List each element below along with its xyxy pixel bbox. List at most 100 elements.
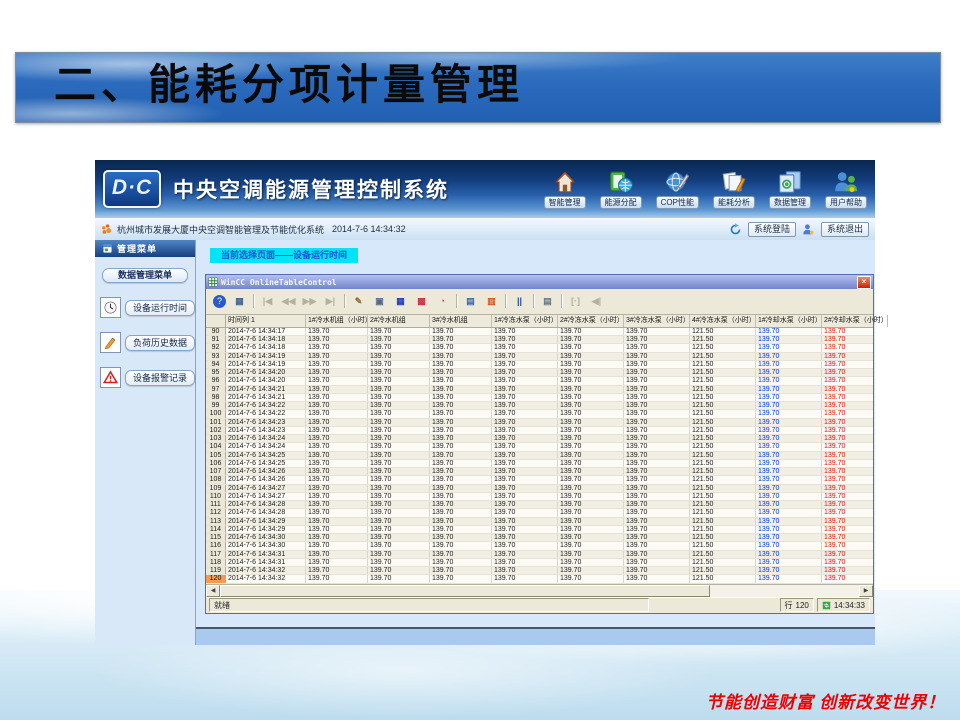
table-row-112[interactable]: 1122014-7-6 14:34:28139.70139.70139.7013… (206, 509, 873, 517)
table-row-118[interactable]: 1182014-7-6 14:34:31139.70139.70139.7013… (206, 559, 873, 567)
cell-value: 139.70 (430, 559, 492, 566)
close-icon[interactable]: × (857, 276, 871, 289)
row-number: 95 (206, 369, 226, 376)
edit-pen-icon[interactable]: ✎ (349, 292, 368, 311)
table-row-98[interactable]: 982014-7-6 14:34:21139.70139.70139.70139… (206, 394, 873, 402)
sidebar-submenu-title[interactable]: 数据管理菜单 (102, 268, 188, 283)
column-header-5[interactable]: 1#冷冻水泵（小时） (492, 315, 558, 327)
table-row-99[interactable]: 992014-7-6 14:34:22139.70139.70139.70139… (206, 402, 873, 410)
system-logout-button[interactable]: 系统退出 (821, 222, 869, 237)
table-row-108[interactable]: 1082014-7-6 14:34:26139.70139.70139.7013… (206, 476, 873, 484)
pause-icon[interactable]: || (510, 292, 529, 311)
cell-value: 139.70 (492, 476, 558, 483)
table-row-102[interactable]: 1022014-7-6 14:34:23139.70139.70139.7013… (206, 427, 873, 435)
nav-item-4[interactable]: 能耗分析 (713, 169, 755, 209)
sidebar-item-2[interactable]: 负荷历史数据 (100, 332, 195, 353)
sidebar-item-1[interactable]: 设备运行时间 (100, 297, 195, 318)
scroll-right-icon[interactable]: ▶ (859, 585, 873, 597)
table-row-120[interactable]: 1202014-7-6 14:34:32139.70139.70139.7013… (206, 575, 873, 583)
cell-time: 2014-7-6 14:34:25 (226, 460, 306, 467)
table-row-93[interactable]: 932014-7-6 14:34:19139.70139.70139.70139… (206, 353, 873, 361)
table-row-95[interactable]: 952014-7-6 14:34:20139.70139.70139.70139… (206, 369, 873, 377)
column-header-3[interactable]: 2#冷水机组 (368, 315, 430, 327)
cell-value: 139.70 (624, 353, 690, 360)
table-row-113[interactable]: 1132014-7-6 14:34:29139.70139.70139.7013… (206, 518, 873, 526)
cell-value: 139.70 (306, 419, 368, 426)
cell-value: 139.70 (822, 518, 873, 525)
row-number: 103 (206, 435, 226, 442)
column-header-9[interactable]: 1#冷却水泵（小时） (756, 315, 822, 327)
cell-time: 2014-7-6 14:34:23 (226, 419, 306, 426)
cell-value: 139.70 (756, 361, 822, 368)
cell-value: 139.70 (492, 559, 558, 566)
column-header-6[interactable]: 2#冷冻水泵（小时） (558, 315, 624, 327)
column-forward-icon[interactable]: ▥ (482, 292, 501, 311)
table-row-116[interactable]: 1162014-7-6 14:34:30139.70139.70139.7013… (206, 542, 873, 550)
table-row-114[interactable]: 1142014-7-6 14:34:29139.70139.70139.7013… (206, 526, 873, 534)
cell-value: 139.70 (624, 361, 690, 368)
archive-icon[interactable]: ▩ (412, 292, 431, 311)
table-row-104[interactable]: 1042014-7-6 14:34:24139.70139.70139.7013… (206, 443, 873, 451)
column-header-4[interactable]: 3#冷水机组 (430, 315, 492, 327)
toolbar-separator (505, 294, 506, 308)
sidebar-item-3[interactable]: 设备报警记录 (100, 367, 195, 388)
cell-value: 139.70 (624, 386, 690, 393)
nav-item-2[interactable]: 能源分配 (600, 169, 642, 209)
table-row-103[interactable]: 1032014-7-6 14:34:24139.70139.70139.7013… (206, 435, 873, 443)
cell-value: 139.70 (822, 369, 873, 376)
scroll-left-icon[interactable]: ◀ (206, 585, 220, 597)
nav-item-6[interactable]: 用户帮助 (825, 169, 867, 209)
table-row-106[interactable]: 1062014-7-6 14:34:25139.70139.70139.7013… (206, 460, 873, 468)
nav-item-1[interactable]: 智能管理 (544, 169, 586, 209)
column-header-8[interactable]: 4#冷冻水泵（小时） (690, 315, 756, 327)
table-row-110[interactable]: 1102014-7-6 14:34:27139.70139.70139.7013… (206, 493, 873, 501)
cell-value: 139.70 (430, 386, 492, 393)
column-back-icon[interactable]: ▤ (461, 292, 480, 311)
cell-value: 139.70 (306, 402, 368, 409)
horizontal-scrollbar[interactable]: ◀ ▶ (206, 584, 873, 597)
main-area: 当前选择页面——设备运行时间 WinCC OnlineTableControl … (196, 240, 875, 645)
table-row-90[interactable]: 902014-7-6 14:34:17139.70139.70139.70139… (206, 328, 873, 336)
table-row-100[interactable]: 1002014-7-6 14:34:22139.70139.70139.7013… (206, 410, 873, 418)
data-folder-icon (777, 169, 803, 195)
cell-value: 139.70 (558, 361, 624, 368)
table-row-115[interactable]: 1152014-7-6 14:34:30139.70139.70139.7013… (206, 534, 873, 542)
cell-value: 139.70 (306, 534, 368, 541)
cell-value: 139.70 (822, 575, 873, 582)
column-header-2[interactable]: 1#冷水机组（小时） (306, 315, 368, 327)
select-data-icon[interactable]: ▦ (230, 292, 249, 311)
table-row-119[interactable]: 1192014-7-6 14:34:32139.70139.70139.7013… (206, 567, 873, 575)
row-number: 92 (206, 344, 226, 351)
table-row-109[interactable]: 1092014-7-6 14:34:27139.70139.70139.7013… (206, 485, 873, 493)
column-header-10[interactable]: 2#冷却水泵（小时） (822, 315, 888, 327)
table-row-91[interactable]: 912014-7-6 14:34:18139.70139.70139.70139… (206, 336, 873, 344)
cell-value: 139.70 (558, 493, 624, 500)
table-row-117[interactable]: 1172014-7-6 14:34:31139.70139.70139.7013… (206, 551, 873, 559)
print-icon[interactable]: ▤ (538, 292, 557, 311)
column-header-7[interactable]: 3#冷冻水泵（小时） (624, 315, 690, 327)
nav-item-label: 能耗分析 (713, 196, 755, 209)
nav-item-3[interactable]: COP性能 (656, 169, 699, 209)
cell-value: 139.70 (756, 427, 822, 434)
nav-item-5[interactable]: 数据管理 (769, 169, 811, 209)
system-login-button[interactable]: 系统登陆 (748, 222, 796, 237)
status-row-count: 行 120 (780, 598, 814, 612)
grid-icon[interactable]: ▦ (391, 292, 410, 311)
scrollbar-thumb[interactable] (220, 585, 710, 597)
time-range-icon[interactable]: ◔ (433, 292, 452, 311)
column-header-1[interactable]: 时间列 1 (226, 315, 306, 327)
table-row-97[interactable]: 972014-7-6 14:34:21139.70139.70139.70139… (206, 386, 873, 394)
scrollbar-track[interactable] (710, 585, 859, 597)
pen-icon-box (100, 332, 121, 353)
table-row-107[interactable]: 1072014-7-6 14:34:26139.70139.70139.7013… (206, 468, 873, 476)
table-row-96[interactable]: 962014-7-6 14:34:20139.70139.70139.70139… (206, 377, 873, 385)
cell-value: 121.50 (690, 509, 756, 516)
table-row-111[interactable]: 1112014-7-6 14:34:28139.70139.70139.7013… (206, 501, 873, 509)
table-row-101[interactable]: 1012014-7-6 14:34:23139.70139.70139.7013… (206, 419, 873, 427)
help-icon[interactable]: ? (213, 295, 226, 308)
copy-icon[interactable]: ▣ (370, 292, 389, 311)
table-row-92[interactable]: 922014-7-6 14:34:18139.70139.70139.70139… (206, 344, 873, 352)
cell-value: 121.50 (690, 542, 756, 549)
table-row-105[interactable]: 1052014-7-6 14:34:25139.70139.70139.7013… (206, 452, 873, 460)
table-row-94[interactable]: 942014-7-6 14:34:19139.70139.70139.70139… (206, 361, 873, 369)
